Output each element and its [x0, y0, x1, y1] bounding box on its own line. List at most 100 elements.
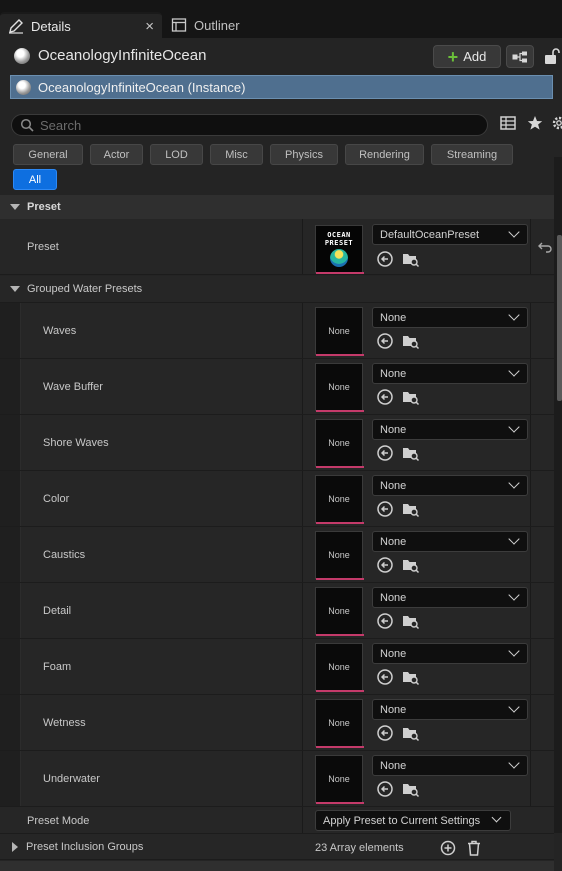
combo-value: Apply Preset to Current Settings	[323, 814, 481, 827]
component-tree-instance[interactable]: OceanologyInfiniteOcean (Instance)	[10, 75, 553, 99]
asset-thumbnail[interactable]: None	[315, 531, 364, 580]
reset-to-default-icon[interactable]	[536, 238, 554, 256]
table-view-icon[interactable]	[500, 115, 518, 133]
combo-value: None	[380, 759, 407, 772]
browse-folder-icon[interactable]	[402, 780, 420, 798]
thumbnail-line2: PRESET	[324, 239, 354, 247]
asset-combo[interactable]: None	[372, 643, 528, 664]
tab-outliner[interactable]: Outliner	[163, 12, 303, 38]
preset-mode-combo[interactable]: Apply Preset to Current Settings	[315, 810, 511, 831]
thumbnail-underline	[316, 272, 364, 274]
preset-combo[interactable]: DefaultOceanPreset	[372, 224, 528, 245]
use-selected-icon[interactable]	[376, 444, 394, 462]
scrollbar-thumb[interactable]	[557, 235, 562, 401]
asset-combo[interactable]: None	[372, 755, 528, 776]
asset-combo[interactable]: None	[372, 307, 528, 328]
category-preset[interactable]: Preset	[0, 195, 554, 219]
asset-combo[interactable]: None	[372, 475, 528, 496]
blueprint-button[interactable]	[506, 45, 534, 68]
combo-value: None	[380, 479, 407, 492]
reset-column	[530, 359, 531, 414]
property-row-preset-mode: Preset Mode Apply Preset to Current Sett…	[0, 807, 554, 834]
use-selected-icon[interactable]	[376, 668, 394, 686]
thumbnail-underline	[316, 802, 364, 804]
lock-icon[interactable]	[542, 47, 562, 65]
indent-bar	[0, 471, 21, 526]
use-selected-icon[interactable]	[376, 332, 394, 350]
property-label: Color	[43, 493, 70, 505]
chevron-down-icon	[508, 701, 520, 713]
property-row-preset: Preset OCEAN PRESET DefaultOceanPreset	[0, 219, 554, 275]
column-divider	[302, 219, 303, 274]
preset-thumbnail[interactable]: OCEAN PRESET	[315, 225, 364, 274]
browse-folder-icon[interactable]	[402, 500, 420, 518]
add-element-icon[interactable]	[439, 839, 457, 857]
reset-column	[530, 219, 531, 274]
settings-gear-icon[interactable]	[551, 115, 562, 133]
asset-combo[interactable]: None	[372, 531, 528, 552]
property-label: Preset Mode	[27, 815, 90, 827]
thumbnail-none-text: None	[328, 382, 350, 392]
reset-column	[530, 583, 531, 638]
indent-bar	[0, 751, 21, 806]
combo-value: None	[380, 591, 407, 604]
column-divider	[302, 695, 303, 750]
favorites-star-icon[interactable]	[527, 115, 545, 133]
use-selected-icon[interactable]	[376, 612, 394, 630]
thumbnail-none-text: None	[328, 606, 350, 616]
asset-thumbnail[interactable]: None	[315, 307, 364, 356]
asset-thumbnail[interactable]: None	[315, 475, 364, 524]
thumbnail-underline	[316, 522, 364, 524]
asset-thumbnail[interactable]: None	[315, 643, 364, 692]
combo-value: None	[380, 311, 407, 324]
thumbnail-underline	[316, 354, 364, 356]
next-category-header[interactable]	[0, 861, 554, 871]
column-divider	[302, 471, 303, 526]
asset-thumbnail[interactable]: None	[315, 699, 364, 748]
browse-folder-icon[interactable]	[402, 444, 420, 462]
chevron-down-icon	[508, 533, 520, 545]
browse-folder-icon[interactable]	[402, 332, 420, 350]
indent-bar	[0, 303, 21, 358]
browse-folder-icon[interactable]	[402, 668, 420, 686]
property-row-color: Color None None	[0, 471, 554, 527]
actor-sphere-icon	[14, 48, 30, 64]
use-selected-icon[interactable]	[376, 388, 394, 406]
use-selected-icon[interactable]	[376, 500, 394, 518]
asset-thumbnail[interactable]: None	[315, 755, 364, 804]
combo-value: None	[380, 535, 407, 548]
reset-column	[530, 695, 531, 750]
search-box[interactable]	[11, 114, 488, 136]
use-selected-icon[interactable]	[376, 780, 394, 798]
thumbnail-underline	[316, 634, 364, 636]
use-selected-icon[interactable]	[376, 250, 394, 268]
property-label: Underwater	[43, 773, 100, 785]
add-component-button[interactable]: + Add	[433, 45, 501, 68]
property-label: Foam	[43, 661, 72, 673]
browse-folder-icon[interactable]	[402, 388, 420, 406]
asset-thumbnail[interactable]: None	[315, 419, 364, 468]
use-selected-icon[interactable]	[376, 724, 394, 742]
browse-folder-icon[interactable]	[402, 556, 420, 574]
asset-combo[interactable]: None	[372, 363, 528, 384]
search-input[interactable]	[40, 117, 460, 133]
asset-thumbnail[interactable]: None	[315, 587, 364, 636]
tab-details[interactable]: Details ×	[0, 12, 162, 38]
group-grouped-water-presets[interactable]: Grouped Water Presets	[0, 276, 554, 303]
thumbnail-underline	[316, 746, 364, 748]
browse-folder-icon[interactable]	[402, 724, 420, 742]
asset-combo[interactable]: None	[372, 699, 528, 720]
trash-icon[interactable]	[465, 839, 483, 857]
asset-combo[interactable]: None	[372, 419, 528, 440]
reset-column	[530, 751, 531, 806]
property-label: Caustics	[43, 549, 86, 561]
outliner-list-icon	[171, 17, 187, 33]
asset-combo[interactable]: None	[372, 587, 528, 608]
browse-folder-icon[interactable]	[402, 612, 420, 630]
browse-folder-icon[interactable]	[402, 250, 420, 268]
property-label: Wave Buffer	[43, 381, 103, 393]
close-icon[interactable]: ×	[145, 18, 154, 35]
asset-thumbnail[interactable]: None	[315, 363, 364, 412]
use-selected-icon[interactable]	[376, 556, 394, 574]
property-label: Detail	[43, 605, 72, 617]
